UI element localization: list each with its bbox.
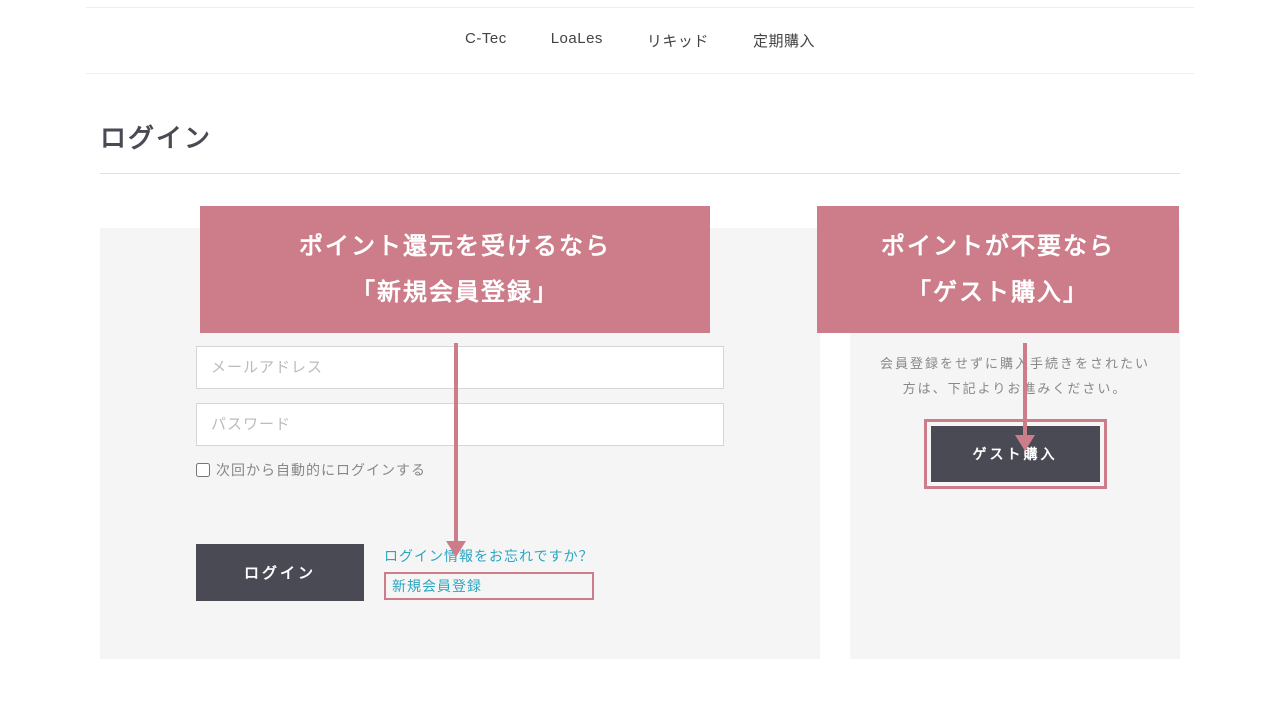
main-nav: C-Tec LoaLes リキッド 定期購入 [86, 8, 1194, 74]
nav-item-liquid[interactable]: リキッド [647, 30, 709, 51]
arrow-down-icon [1023, 343, 1027, 437]
nav-item-ctec[interactable]: C-Tec [465, 30, 507, 51]
remember-checkbox[interactable] [196, 463, 210, 477]
guest-description: 会員登録をせずに購入手続きをされたい方は、下記よりお進みください。 [880, 352, 1150, 401]
callout-signup-line2: 「新規会員登録」 [351, 279, 559, 306]
arrow-down-icon [454, 343, 458, 543]
nav-item-subscription[interactable]: 定期購入 [753, 30, 815, 51]
callout-guest: ポイントが不要なら 「ゲスト購入」 [817, 206, 1179, 333]
remember-row[interactable]: 次回から自動的にログインする [196, 460, 724, 480]
remember-label: 次回から自動的にログインする [216, 460, 426, 480]
callout-signup: ポイント還元を受けるなら 「新規会員登録」 [200, 206, 710, 333]
password-field[interactable] [196, 403, 724, 446]
callout-signup-line1: ポイント還元を受けるなら [299, 233, 611, 260]
signup-link[interactable]: 新規会員登録 [384, 572, 594, 600]
login-button[interactable]: ログイン [196, 544, 364, 601]
nav-item-loales[interactable]: LoaLes [551, 30, 603, 51]
page-title-row: ログイン [100, 118, 1180, 174]
guest-button-highlight: ゲスト購入 [924, 419, 1107, 489]
forgot-password-link[interactable]: ログイン情報をお忘れですか？ [384, 546, 594, 566]
callout-guest-line2: 「ゲスト購入」 [907, 279, 1089, 306]
page-title: ログイン [100, 118, 1180, 155]
callout-guest-line1: ポイントが不要なら [881, 233, 1115, 260]
email-field[interactable] [196, 346, 724, 389]
